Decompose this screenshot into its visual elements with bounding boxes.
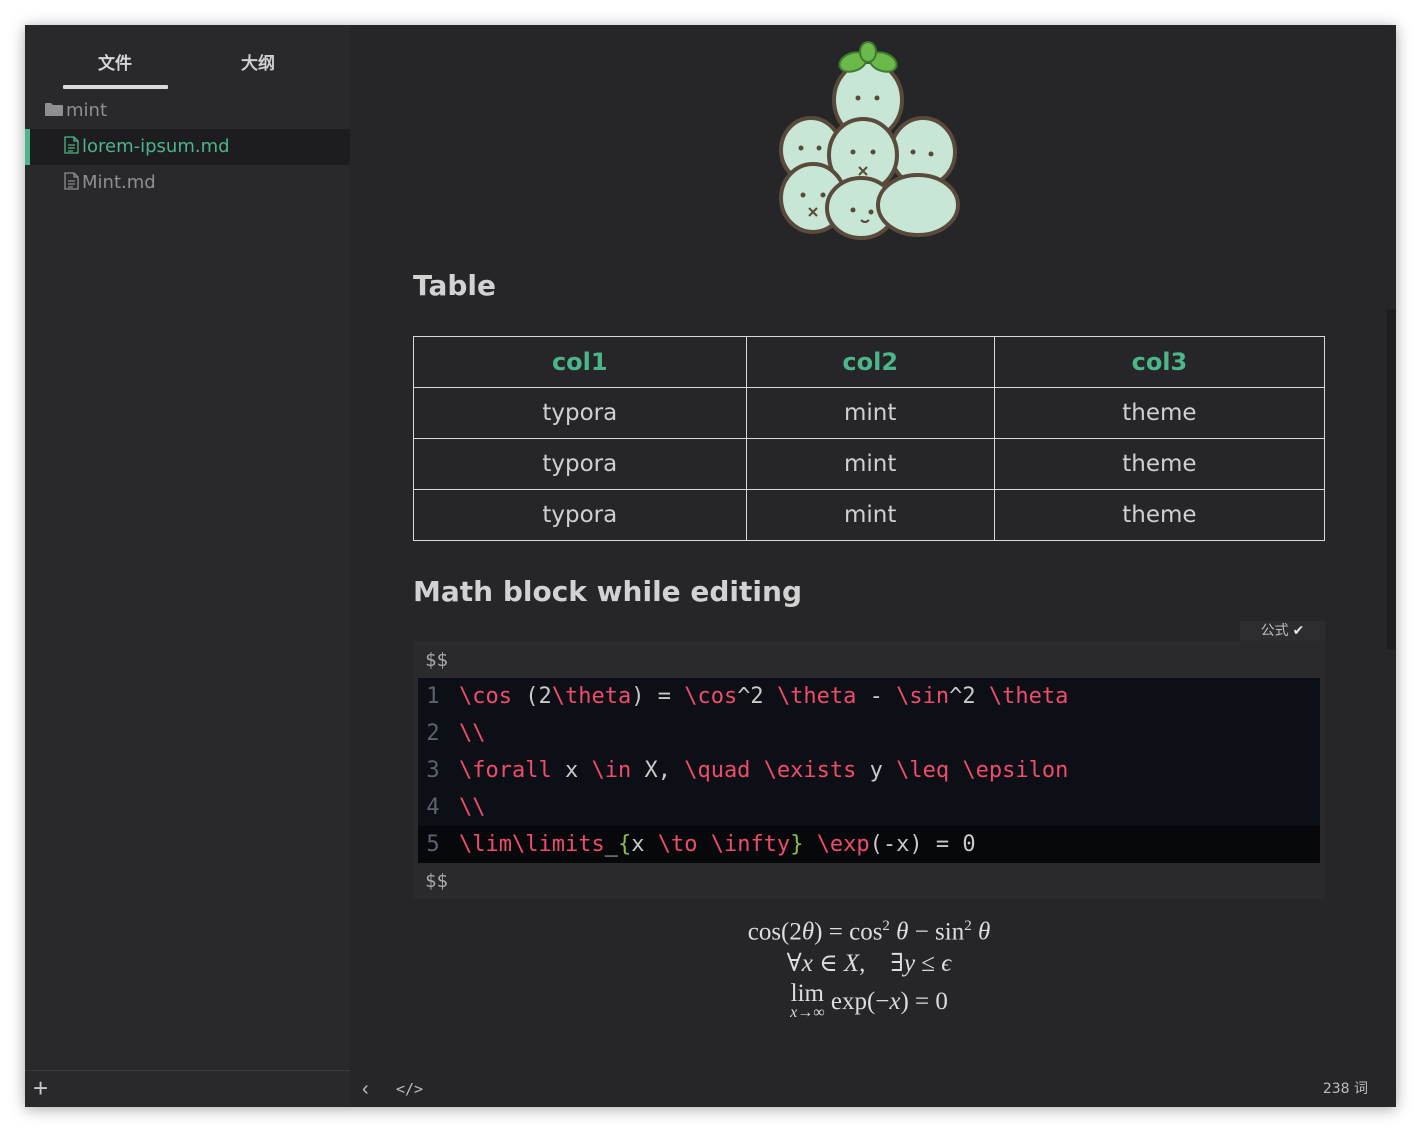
sidebar-tabs: 文件 大纲 [25, 25, 350, 95]
table-header-cell[interactable]: col1 [413, 336, 747, 388]
folder-label: mint [66, 100, 108, 121]
data-table: col1 col2 col3 typora mint theme typora … [413, 336, 1326, 541]
status-bar: ‹ </> 238 词 [350, 1071, 1396, 1107]
sidebar: 文件 大纲 mint lorem-ipsum.md Mint.md + [25, 25, 387, 1107]
math-label-text: 公式 [1260, 623, 1289, 639]
table-header-cell[interactable]: col3 [993, 336, 1326, 388]
tree-file-lorem-ipsum[interactable]: lorem-ipsum.md [25, 129, 387, 165]
sidebar-footer: + [25, 1070, 350, 1107]
heading-math: Math block while editing [413, 575, 802, 608]
chevron-left-icon[interactable]: ‹ [362, 1071, 369, 1107]
rendered-equation: ∀x ∈ X, ∃y ≤ ϵ [786, 950, 952, 977]
table-header-row: col1 col2 col3 [413, 336, 1326, 388]
file-label: Mint.md [82, 172, 156, 193]
folder-icon [45, 103, 63, 116]
table-cell[interactable]: theme [993, 387, 1326, 439]
table-cell[interactable]: typora [413, 387, 747, 439]
table-header-cell[interactable]: col2 [745, 336, 995, 388]
table-cell[interactable]: mint [745, 438, 995, 490]
scrollbar[interactable] [1387, 309, 1396, 649]
tree-folder-mint[interactable]: mint [25, 93, 350, 129]
plus-icon[interactable]: + [33, 1075, 48, 1101]
file-icon [64, 172, 79, 190]
table-cell[interactable]: theme [993, 438, 1326, 490]
file-icon [64, 136, 79, 154]
line-number: 4 [426, 795, 440, 820]
tab-files[interactable]: 文件 [98, 49, 132, 74]
tree-file-mint[interactable]: Mint.md [25, 165, 350, 201]
line-number: 1 [426, 684, 440, 709]
editor-pane[interactable]: Table col1 col2 col3 typora mint theme t… [350, 25, 1396, 1107]
file-tree: mint lorem-ipsum.md Mint.md [25, 93, 387, 201]
math-delimiter-close: $$ [425, 870, 448, 892]
latex-code-editor[interactable]: 1 \cos (2\theta) = \cos^2 \theta - \sin^2… [418, 678, 1320, 863]
line-number: 2 [426, 721, 440, 746]
table-cell[interactable]: mint [745, 387, 995, 439]
mint-mascot-image [779, 41, 960, 240]
active-tab-indicator [63, 85, 168, 89]
table-cell[interactable]: mint [745, 489, 995, 541]
table-cell[interactable]: typora [413, 489, 747, 541]
table-cell[interactable]: theme [993, 489, 1326, 541]
code-line[interactable]: 1 \cos (2\theta) = \cos^2 \theta - \sin^2… [418, 678, 1320, 715]
table-row: typora mint theme [413, 438, 1326, 490]
code-line[interactable]: 4 \\ [418, 789, 1320, 826]
check-icon[interactable]: ✔ [1293, 623, 1305, 639]
line-number: 3 [426, 758, 440, 783]
math-block-label[interactable]: 公式 ✔ [1240, 621, 1325, 641]
heading-table: Table [413, 269, 497, 302]
code-line[interactable]: 3 \forall x \in X, \quad \exists y \leq \… [418, 752, 1320, 789]
math-block-editor[interactable]: $$ 1 \cos (2\theta) = \cos^2 \theta - \si… [413, 641, 1325, 899]
code-line[interactable]: 2 \\ [418, 715, 1320, 752]
rendered-equation: lim x→∞ exp(−x) = 0 [790, 980, 948, 1021]
table-row: typora mint theme [413, 489, 1326, 541]
tab-outline[interactable]: 大纲 [241, 49, 275, 74]
rendered-math[interactable]: cos(2θ) = cos2 θ − sin2 θ ∀x ∈ X, ∃y ≤ ϵ… [413, 907, 1325, 1021]
rendered-equation: cos(2θ) = cos2 θ − sin2 θ [747, 918, 991, 946]
table-row: typora mint theme [413, 387, 1326, 439]
code-line-current[interactable]: 5 \lim\limits_{x \to \infty} \exp(-x) = 0 [418, 826, 1320, 863]
app-window: 文件 大纲 mint lorem-ipsum.md Mint.md + Tabl… [25, 25, 1396, 1107]
file-label: lorem-ipsum.md [82, 136, 230, 157]
line-number: 5 [426, 832, 440, 857]
math-delimiter-open: $$ [425, 649, 448, 671]
word-count[interactable]: 238 词 [1323, 1071, 1368, 1107]
code-icon[interactable]: </> [396, 1071, 423, 1107]
table-cell[interactable]: typora [413, 438, 747, 490]
